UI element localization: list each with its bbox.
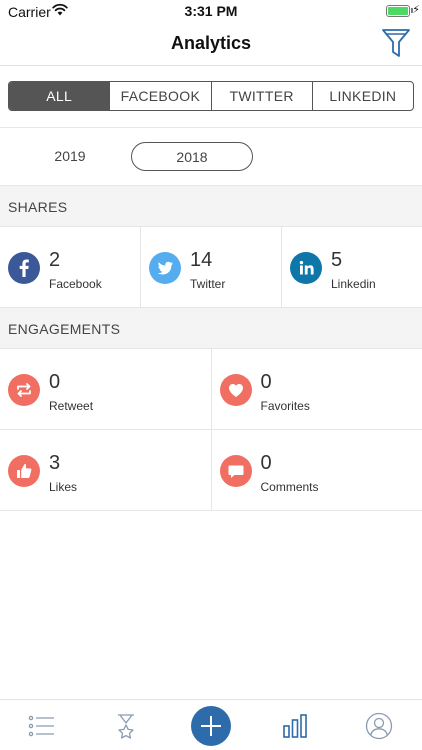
year-option-2019[interactable]: 2019 [30, 148, 110, 164]
profile-icon [365, 712, 393, 739]
share-label: Linkedin [331, 277, 376, 291]
engagement-card-comments[interactable]: 0 Comments [212, 430, 422, 510]
nav-bar: Analytics [0, 22, 422, 66]
tab-twitter[interactable]: TWITTER [212, 82, 313, 110]
share-label: Twitter [190, 277, 226, 291]
retweet-icon [8, 374, 40, 406]
engagements-header-label: ENGAGEMENTS [8, 321, 121, 337]
tab-all[interactable]: ALL [9, 82, 111, 110]
add-post-button[interactable] [191, 706, 231, 746]
comment-icon [219, 455, 252, 487]
share-label: Facebook [49, 277, 102, 291]
engagement-card-retweet[interactable]: 0 Retweet [0, 349, 212, 429]
charging-icon: ⚡ [412, 4, 420, 16]
status-time: 3:31 PM [184, 3, 238, 19]
engagement-count: 0 [260, 452, 272, 474]
status-bar: Carrier 3:31 PM ⚡ [0, 0, 422, 22]
tab-bar [0, 699, 422, 750]
filter-icon[interactable] [380, 26, 412, 60]
tab-profile[interactable] [337, 700, 421, 750]
shares-header-label: SHARES [8, 199, 68, 215]
hourglass-star-icon [118, 713, 134, 739]
linkedin-icon [290, 252, 322, 284]
engagement-label: Retweet [49, 399, 94, 413]
engagement-label: Likes [49, 480, 78, 494]
battery-icon [386, 5, 410, 17]
facebook-icon [8, 252, 40, 284]
engagement-label: Favorites [260, 399, 310, 413]
page-title: Analytics [170, 33, 252, 53]
tab-scheduled[interactable] [84, 700, 168, 750]
divider [0, 127, 422, 128]
engagement-count: 0 [260, 371, 272, 393]
engagement-card-likes[interactable]: 3 Likes [0, 430, 212, 510]
list-icon [28, 715, 54, 736]
shares-row: 2 Facebook 14 Twitter 5 Linkedin [0, 227, 422, 308]
bar-chart-icon [283, 713, 307, 738]
engagements-section-header: ENGAGEMENTS [0, 307, 422, 349]
engagement-count: 0 [49, 371, 61, 393]
tab-linkedin[interactable]: LINKEDIN [313, 82, 413, 110]
year-option-2018[interactable]: 2018 [131, 142, 253, 171]
engagement-card-favorites[interactable]: 0 Favorites [212, 349, 422, 429]
tab-posts-list[interactable] [0, 700, 84, 750]
engagements-row-1: 0 Retweet 0 Favorites [0, 349, 422, 430]
share-card-twitter[interactable]: 14 Twitter [141, 227, 282, 307]
thumbs-up-icon [8, 455, 40, 487]
tab-analytics[interactable] [253, 700, 337, 750]
shares-section-header: SHARES [0, 185, 422, 227]
share-count: 14 [190, 249, 213, 271]
add-icon [201, 716, 221, 736]
engagement-label: Comments [260, 480, 319, 494]
engagement-count: 3 [49, 452, 61, 474]
share-card-linkedin[interactable]: 5 Linkedin [282, 227, 422, 307]
share-count: 5 [331, 249, 343, 271]
twitter-icon [149, 252, 181, 284]
share-card-facebook[interactable]: 2 Facebook [0, 227, 141, 307]
share-count: 2 [49, 249, 61, 271]
platform-segmented-control: ALL FACEBOOK TWITTER LINKEDIN [8, 81, 414, 111]
heart-icon [219, 374, 252, 406]
tab-facebook[interactable]: FACEBOOK [110, 82, 212, 110]
engagements-row-2: 3 Likes 0 Comments [0, 430, 422, 511]
